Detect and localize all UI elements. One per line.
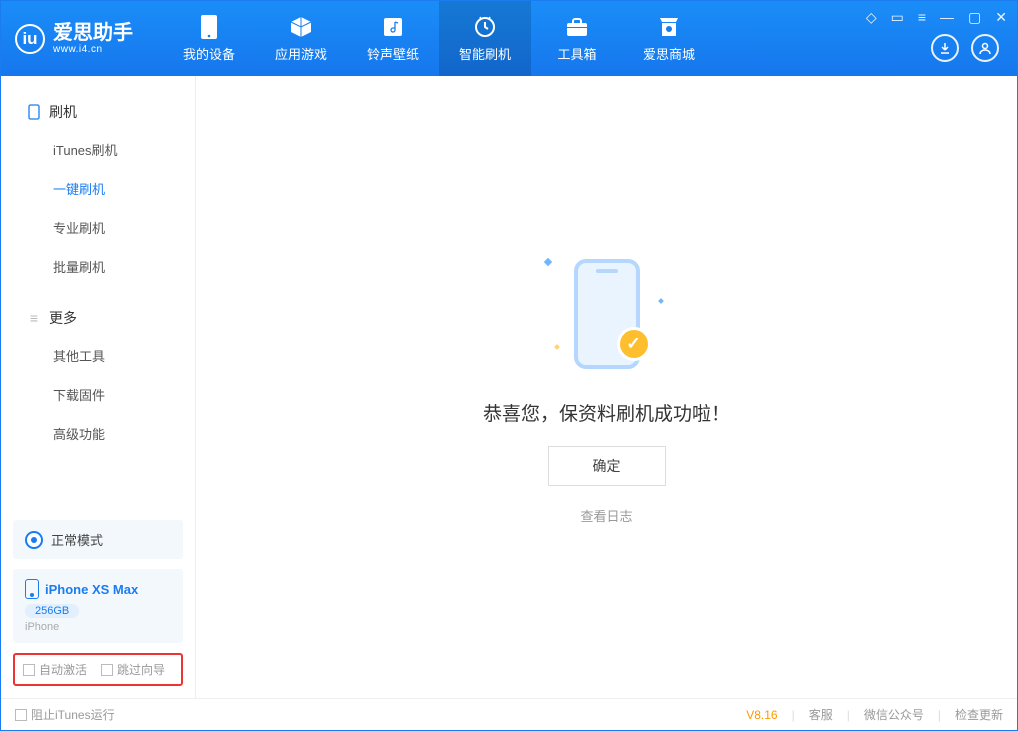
sidebar-section-flash: 刷机 (1, 94, 195, 130)
gear-refresh-icon (473, 15, 497, 39)
device-type: iPhone (25, 621, 171, 633)
window-controls: ◇ ▭ ≡ — ▢ ✕ (866, 9, 1007, 26)
sidebar-item-download-fw[interactable]: 下载固件 (1, 375, 195, 414)
close-button[interactable]: ✕ (995, 9, 1007, 26)
sidebar-item-batch-flash[interactable]: 批量刷机 (1, 247, 195, 286)
nav-apps-games[interactable]: 应用游戏 (255, 1, 347, 76)
auto-activate-checkbox[interactable]: 自动激活 (23, 661, 87, 678)
success-message: 恭喜您，保资料刷机成功啦！ (483, 399, 730, 426)
main-content: ✓ 恭喜您，保资料刷机成功啦！ 确定 查看日志 (196, 76, 1017, 698)
app-subtitle: www.i4.cn (53, 44, 133, 55)
nav-my-device[interactable]: 我的设备 (163, 1, 255, 76)
view-log-link[interactable]: 查看日志 (580, 506, 632, 525)
main-nav: 我的设备 应用游戏 铃声壁纸 智能刷机 工具箱 爱思商城 (163, 1, 715, 76)
download-icon[interactable] (931, 34, 959, 62)
device-panel[interactable]: iPhone XS Max 256GB iPhone (13, 569, 183, 643)
nav-smart-flash[interactable]: 智能刷机 (439, 1, 531, 76)
sidebar: 刷机 iTunes刷机 一键刷机 专业刷机 批量刷机 ≡ 更多 其他工具 下载固… (1, 76, 196, 698)
sidebar-section-more: ≡ 更多 (1, 300, 195, 336)
nav-toolbox[interactable]: 工具箱 (531, 1, 623, 76)
skip-guide-checkbox[interactable]: 跳过向导 (101, 661, 165, 678)
device-storage: 256GB (25, 604, 79, 618)
version-label: V8.16 (746, 708, 777, 722)
sidebar-item-pro-flash[interactable]: 专业刷机 (1, 208, 195, 247)
music-note-icon (381, 15, 405, 39)
sidebar-item-onekey-flash[interactable]: 一键刷机 (1, 169, 195, 208)
list-icon: ≡ (27, 311, 41, 325)
maximize-button[interactable]: ▢ (968, 9, 981, 26)
app-header: iu 爱思助手 www.i4.cn 我的设备 应用游戏 铃声壁纸 智能刷机 工具… (1, 1, 1017, 76)
cube-icon (289, 15, 313, 39)
nav-store[interactable]: 爱思商城 (623, 1, 715, 76)
toolbox-icon (565, 15, 589, 39)
logo-icon: iu (15, 24, 45, 54)
menu-icon[interactable]: ▭ (891, 9, 904, 26)
nav-ringtones[interactable]: 铃声壁纸 (347, 1, 439, 76)
checkmark-icon: ✓ (617, 327, 651, 361)
sidebar-item-advanced[interactable]: 高级功能 (1, 414, 195, 453)
phone-small-icon (27, 105, 41, 119)
device-name: iPhone XS Max (45, 582, 138, 597)
device-icon (25, 579, 39, 599)
ok-button[interactable]: 确定 (548, 446, 666, 486)
mode-indicator: 正常模式 (13, 520, 183, 559)
sidebar-item-other-tools[interactable]: 其他工具 (1, 336, 195, 375)
theme-icon[interactable]: ◇ (866, 9, 877, 26)
support-link[interactable]: 客服 (809, 706, 833, 723)
store-icon (657, 15, 681, 39)
app-logo: iu 爱思助手 www.i4.cn (1, 22, 133, 55)
user-icon[interactable] (971, 34, 999, 62)
sidebar-item-itunes-flash[interactable]: iTunes刷机 (1, 130, 195, 169)
minimize-button[interactable]: — (940, 9, 954, 26)
status-bar: 阻止iTunes运行 V8.16 | 客服 | 微信公众号 | 检查更新 (1, 698, 1017, 730)
flash-options: 自动激活 跳过向导 (13, 653, 183, 686)
check-update-link[interactable]: 检查更新 (955, 706, 1003, 723)
phone-icon (197, 15, 221, 39)
mode-icon (25, 531, 43, 549)
settings-icon[interactable]: ≡ (918, 9, 926, 26)
wechat-link[interactable]: 微信公众号 (864, 706, 924, 723)
app-title: 爱思助手 (53, 22, 133, 44)
success-illustration: ✓ (527, 249, 687, 379)
block-itunes-checkbox[interactable]: 阻止iTunes运行 (15, 706, 115, 723)
